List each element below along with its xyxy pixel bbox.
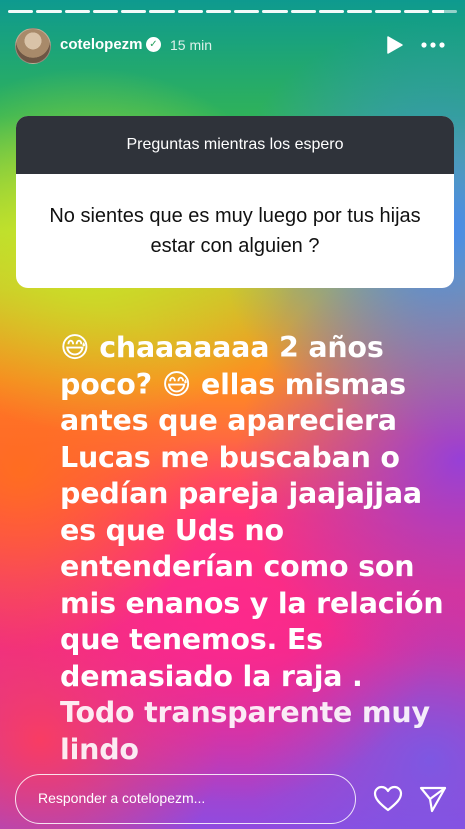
answer-line: demasiado la raja . <box>60 659 363 693</box>
story-footer: Responder a cotelopezm... <box>0 772 465 824</box>
progress-segment <box>205 10 231 13</box>
progress-segment <box>64 10 90 13</box>
username-label[interactable]: cotelopezm <box>60 36 143 53</box>
progress-segment <box>8 10 34 13</box>
progress-segment <box>375 10 401 13</box>
progress-segment <box>92 10 118 13</box>
post-time: 15 min <box>170 37 213 53</box>
play-icon[interactable] <box>384 35 404 55</box>
verified-badge-icon: ✓ <box>146 37 161 52</box>
answer-line: mis enanos y la relación <box>60 586 444 620</box>
answer-line: es que Uds no <box>60 513 284 547</box>
progress-segment <box>403 10 429 13</box>
answer-line: poco? 😅 ellas mismas <box>60 367 406 401</box>
progress-segment <box>431 10 457 13</box>
send-icon[interactable] <box>418 784 448 814</box>
question-text-wrap: No sientes que es muy luego por tus hija… <box>16 174 454 288</box>
reply-placeholder: Responder a cotelopezm... <box>38 790 206 806</box>
progress-segment <box>149 10 175 13</box>
question-sticker[interactable]: Preguntas mientras los espero No sientes… <box>16 116 454 288</box>
progress-segment <box>318 10 344 13</box>
progress-segment <box>262 10 288 13</box>
story-progress-bar <box>8 10 457 13</box>
answer-text: 😅 chaaaaaaa 2 años poco? 😅 ellas mismas … <box>60 330 444 768</box>
answer-line: 😅 chaaaaaaa 2 años <box>60 331 384 364</box>
progress-segment <box>121 10 147 13</box>
question-prompt: Preguntas mientras los espero <box>16 116 454 174</box>
progress-segment <box>177 10 203 13</box>
answer-line: que tenemos. Es <box>60 623 323 656</box>
answer-line: entenderían como son <box>60 550 415 583</box>
answer-line: Todo transparente muy <box>60 696 430 729</box>
answer-line: pedían pareja jaajajjaa <box>60 477 422 510</box>
answer-line: Lucas me buscaban o <box>60 440 400 474</box>
answer-line: lindo <box>60 732 139 766</box>
progress-segment <box>347 10 373 13</box>
progress-segment <box>36 10 62 13</box>
profile-avatar[interactable] <box>15 28 51 64</box>
progress-segment <box>234 10 260 13</box>
story-viewer[interactable]: cotelopezm ✓ 15 min Preguntas mientras l… <box>0 0 465 829</box>
story-header: cotelopezm ✓ 15 min <box>0 26 465 66</box>
more-options-icon[interactable] <box>420 35 446 55</box>
reply-input[interactable]: Responder a cotelopezm... <box>15 774 356 824</box>
progress-fill <box>431 10 445 13</box>
heart-icon[interactable] <box>373 785 403 813</box>
question-text: No sientes que es muy luego por tus hija… <box>49 205 421 257</box>
progress-segment <box>290 10 316 13</box>
answer-line: antes que apareciera <box>60 404 397 437</box>
